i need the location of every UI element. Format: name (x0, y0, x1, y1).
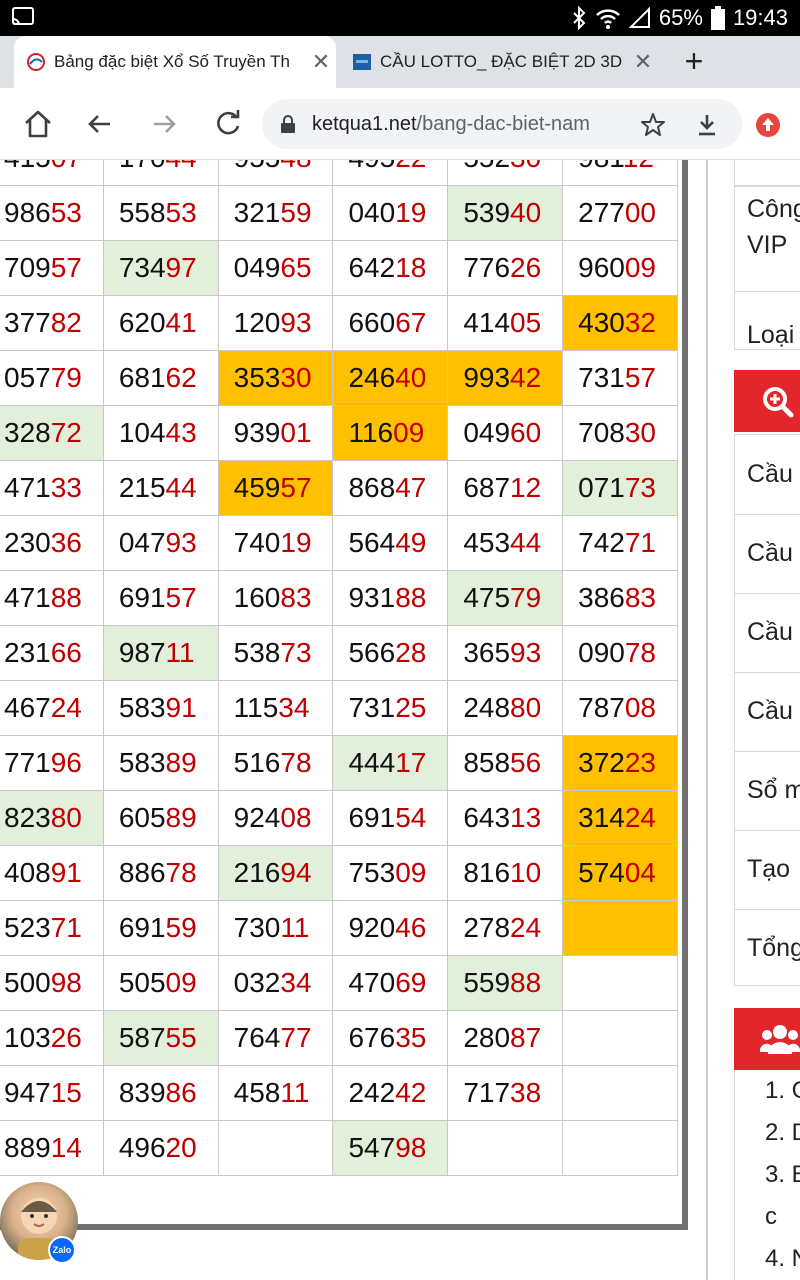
wifi-icon (596, 9, 620, 29)
member-list-item[interactable]: 4. N (735, 1238, 800, 1280)
address-bar[interactable]: ketqua1.net/bang-dac-biet-nam (262, 99, 742, 149)
bookmark-star-icon[interactable] (640, 112, 666, 138)
signal-icon (628, 7, 650, 28)
site-favicon-icon (27, 53, 45, 71)
member-list-item[interactable]: 2. D (735, 1112, 800, 1154)
sidebar-menu-item[interactable]: Tạo (735, 851, 800, 887)
sidebar-box-services: Công VIP Loại (734, 186, 800, 350)
sidebar-menu-item[interactable]: Cầu (735, 535, 800, 571)
sidebar-menu-item[interactable]: Cầu (735, 614, 800, 650)
sidebar-menu-item[interactable]: Cầu (735, 693, 800, 729)
status-bar: 65% 19:43 (0, 0, 800, 36)
close-tab-icon[interactable]: ✕ (628, 49, 658, 75)
battery-icon (710, 6, 725, 30)
divider (735, 672, 800, 673)
sidebar-item-cong-vip[interactable]: Công VIP (735, 191, 800, 263)
url-path: /bang-dac-biet-nam (416, 112, 590, 135)
browser-toolbar: ketqua1.net/bang-dac-biet-nam (0, 88, 800, 160)
sidebar-menu-item[interactable]: Tổng (735, 930, 800, 966)
sidebar-menu-item[interactable]: Cầu (735, 456, 800, 492)
sidebar-search-header (734, 370, 800, 432)
tab-title: CẦU LOTTO_ ĐẶC BIỆT 2D 3D (380, 52, 623, 71)
divider (735, 514, 800, 515)
reload-icon[interactable] (210, 106, 246, 142)
zalo-badge[interactable]: Zalo (48, 1236, 76, 1264)
tab-cau-lotto[interactable]: CẦU LOTTO_ ĐẶC BIỆT 2D 3D ✕ (340, 36, 658, 88)
divider (735, 593, 800, 594)
battery-percent: 65% (658, 5, 703, 30)
close-tab-icon[interactable]: ✕ (306, 49, 336, 75)
tab-title: Bảng đặc biệt Xổ Số Truyền Th (54, 52, 290, 71)
forward-icon[interactable] (146, 106, 182, 142)
sidebar-box-top (734, 160, 800, 186)
lock-icon[interactable] (278, 114, 298, 134)
home-icon[interactable] (20, 106, 56, 142)
member-list-item[interactable]: c (735, 1196, 800, 1238)
url-host: ketqua1.net (312, 112, 417, 135)
browser-window: 65% 19:43 Bảng đặc biệt Xổ Số Truyền Th … (0, 0, 800, 1280)
download-icon[interactable] (694, 112, 720, 138)
right-sidebar: Công VIP Loại Cầu Cầu Cầu Cầu Sổ m Tạo Tổng (706, 160, 800, 1280)
divider (735, 909, 800, 910)
back-icon[interactable] (82, 106, 118, 142)
zoom-search-icon (763, 387, 794, 418)
cast-icon (12, 7, 34, 26)
divider (735, 830, 800, 831)
users-icon (760, 1025, 800, 1054)
sidebar-member-list: 1. C2. D3. Bc4. N (734, 1070, 800, 1280)
site-favicon-icon (353, 54, 371, 70)
divider (735, 751, 800, 752)
tab-bang-dac-biet[interactable]: Bảng đặc biệt Xổ Số Truyền Th ✕ (14, 36, 336, 88)
tab-strip: Bảng đặc biệt Xổ Số Truyền Th ✕ CẦU LOTT… (0, 36, 800, 88)
bluetooth-icon (573, 6, 586, 30)
special-results-table: 4150717044955484952255230981129865355853… (0, 160, 690, 1230)
sidebar-menu: Cầu Cầu Cầu Cầu Sổ m Tạo Tổng (734, 434, 800, 986)
member-list-item[interactable]: 1. C (735, 1070, 800, 1112)
clock: 19:43 (732, 5, 788, 30)
new-tab-button[interactable]: + (676, 44, 712, 80)
page-content: 4150717044955484952255230981129865355853… (0, 160, 800, 1280)
sidebar-menu-item[interactable]: Sổ m (735, 772, 800, 808)
sidebar-item-loai[interactable]: Loại (735, 317, 800, 353)
member-list-item[interactable]: 3. B (735, 1154, 800, 1196)
table-frame (0, 160, 688, 1230)
sidebar-members-header (734, 1008, 800, 1070)
update-icon[interactable] (755, 112, 781, 138)
